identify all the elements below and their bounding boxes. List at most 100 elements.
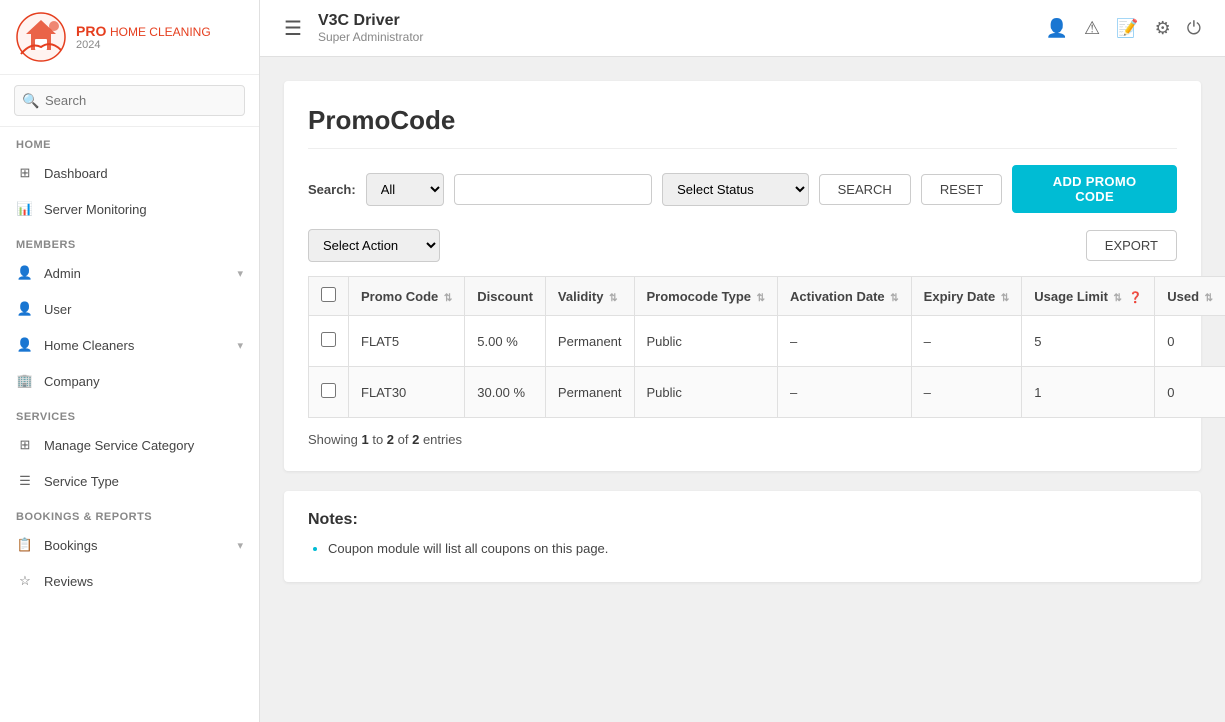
header-title-block: V3C Driver Super Administrator bbox=[318, 12, 1030, 44]
sidebar-item-label: Home Cleaners bbox=[44, 338, 134, 353]
sidebar-item-label: Company bbox=[44, 374, 100, 389]
sidebar-item-dashboard[interactable]: ⊞ Dashboard bbox=[0, 155, 259, 191]
status-select[interactable]: Select Status bbox=[662, 173, 809, 206]
notes-list: Coupon module will list all coupons on t… bbox=[308, 541, 1177, 556]
search-text-input[interactable] bbox=[454, 174, 652, 205]
cell-expiry-date: – bbox=[911, 367, 1022, 418]
sidebar: PRO HOME CLEANING 2024 🔍 HOME ⊞ Dashboar… bbox=[0, 0, 260, 722]
sidebar-item-bookings[interactable]: 📋 Bookings ▾ bbox=[0, 527, 259, 563]
select-all-checkbox[interactable] bbox=[321, 287, 336, 302]
sidebar-item-manage-service-category[interactable]: ⊞ Manage Service Category bbox=[0, 427, 259, 463]
hamburger-icon[interactable]: ☰ bbox=[284, 16, 302, 41]
cell-discount: 5.00 % bbox=[465, 316, 546, 367]
action-row: Select Action EXPORT bbox=[308, 229, 1177, 262]
cell-used: 0 bbox=[1155, 316, 1225, 367]
sidebar-item-home-cleaners[interactable]: 👤 Home Cleaners ▾ bbox=[0, 327, 259, 363]
search-row: Search: All Select Status SEARCH RESET A… bbox=[308, 165, 1177, 213]
sidebar-item-admin[interactable]: 👤 Admin ▾ bbox=[0, 255, 259, 291]
row-checkbox[interactable] bbox=[321, 332, 336, 347]
list-icon: ☰ bbox=[16, 472, 34, 490]
search-all-select[interactable]: All bbox=[366, 173, 444, 206]
nav-section-members: MEMBERS bbox=[0, 227, 259, 255]
note-item: Coupon module will list all coupons on t… bbox=[328, 541, 1177, 556]
reset-button[interactable]: RESET bbox=[921, 174, 1002, 205]
cell-usage-limit: 1 bbox=[1022, 367, 1155, 418]
cell-expiry-date: – bbox=[911, 316, 1022, 367]
sidebar-search-box: 🔍 bbox=[0, 75, 259, 127]
table-row: FLAT5 5.00 % Permanent Public – – 5 0 0 … bbox=[309, 316, 1225, 367]
table-row: FLAT30 30.00 % Permanent Public – – 1 0 … bbox=[309, 367, 1225, 418]
cell-checkbox bbox=[309, 316, 349, 367]
search-label: Search: bbox=[308, 182, 356, 197]
alert-icon[interactable]: ⚠ bbox=[1084, 18, 1100, 39]
notes-card: Notes: Coupon module will list all coupo… bbox=[284, 491, 1201, 582]
col-activation-date: Activation Date ⇅ bbox=[778, 277, 912, 316]
sort-icon: ⇅ bbox=[444, 293, 452, 304]
cell-promocode-type: Public bbox=[634, 316, 778, 367]
help-icon: ❓ bbox=[1129, 292, 1143, 304]
main-content: ☰ V3C Driver Super Administrator 👤 ⚠ 📝 ⚙… bbox=[260, 0, 1225, 722]
select-action-dropdown[interactable]: Select Action bbox=[308, 229, 440, 262]
sidebar-item-service-type[interactable]: ☰ Service Type bbox=[0, 463, 259, 499]
chevron-down-icon: ▾ bbox=[237, 339, 243, 352]
header-icons: 👤 ⚠ 📝 ⚙ ⏻ bbox=[1046, 18, 1201, 39]
grid-icon: ⊞ bbox=[16, 164, 34, 182]
notes-icon[interactable]: 📝 bbox=[1116, 18, 1138, 39]
logo-text: PRO HOME CLEANING 2024 bbox=[76, 23, 211, 51]
sidebar-item-label: Dashboard bbox=[44, 166, 108, 181]
logo-pro: PRO bbox=[76, 23, 106, 39]
nav-section-services: SERVICES bbox=[0, 399, 259, 427]
cell-validity: Permanent bbox=[545, 367, 634, 418]
cell-activation-date: – bbox=[778, 316, 912, 367]
sidebar-item-user[interactable]: 👤 User bbox=[0, 291, 259, 327]
sidebar-item-server-monitoring[interactable]: 📊 Server Monitoring bbox=[0, 191, 259, 227]
showing-text: Showing 1 to 2 of 2 entries bbox=[308, 432, 1177, 447]
building-icon: 🏢 bbox=[16, 372, 34, 390]
header: ☰ V3C Driver Super Administrator 👤 ⚠ 📝 ⚙… bbox=[260, 0, 1225, 57]
col-expiry-date: Expiry Date ⇅ bbox=[911, 277, 1022, 316]
grid-icon: ⊞ bbox=[16, 436, 34, 454]
sidebar-item-reviews[interactable]: ☆ Reviews bbox=[0, 563, 259, 599]
gear-icon[interactable]: ⚙ bbox=[1155, 18, 1171, 39]
chevron-down-icon: ▾ bbox=[237, 539, 243, 552]
cell-promocode-type: Public bbox=[634, 367, 778, 418]
logo-year: 2024 bbox=[76, 39, 211, 51]
sort-icon: ⇅ bbox=[890, 293, 898, 304]
nav-section-home: HOME bbox=[0, 127, 259, 155]
logo-main: HOME CLEANING bbox=[110, 25, 211, 39]
cell-activation-date: – bbox=[778, 367, 912, 418]
user-icon[interactable]: 👤 bbox=[1046, 18, 1068, 39]
sort-icon: ⇅ bbox=[609, 293, 617, 304]
sort-icon: ⇅ bbox=[1205, 293, 1213, 304]
sidebar-search-input[interactable] bbox=[14, 85, 245, 116]
add-promo-code-button[interactable]: ADD PROMO CODE bbox=[1012, 165, 1177, 213]
export-button[interactable]: EXPORT bbox=[1086, 230, 1177, 261]
col-validity: Validity ⇅ bbox=[545, 277, 634, 316]
cell-discount: 30.00 % bbox=[465, 367, 546, 418]
col-usage-limit: Usage Limit ⇅ ❓ bbox=[1022, 277, 1155, 316]
nav-section-bookings: BOOKINGS & REPORTS bbox=[0, 499, 259, 527]
clipboard-icon: 📋 bbox=[16, 536, 34, 554]
bar-chart-icon: 📊 bbox=[16, 200, 34, 218]
sidebar-item-company[interactable]: 🏢 Company bbox=[0, 363, 259, 399]
cell-promo-code: FLAT5 bbox=[349, 316, 465, 367]
cell-used: 0 bbox=[1155, 367, 1225, 418]
search-button[interactable]: SEARCH bbox=[819, 174, 911, 205]
star-icon: ☆ bbox=[16, 572, 34, 590]
cell-checkbox bbox=[309, 367, 349, 418]
cell-promo-code: FLAT30 bbox=[349, 367, 465, 418]
sort-icon: ⇅ bbox=[1114, 293, 1122, 304]
sidebar-item-label: User bbox=[44, 302, 71, 317]
header-title: V3C Driver bbox=[318, 12, 1030, 30]
header-subtitle: Super Administrator bbox=[318, 30, 1030, 44]
power-icon[interactable]: ⏻ bbox=[1187, 18, 1201, 39]
person-icon: 👤 bbox=[16, 264, 34, 282]
col-used: Used ⇅ bbox=[1155, 277, 1225, 316]
notes-title: Notes: bbox=[308, 511, 1177, 529]
page-title: PromoCode bbox=[308, 105, 1177, 149]
sidebar-item-label: Reviews bbox=[44, 574, 93, 589]
promo-code-card: PromoCode Search: All Select Status SEAR… bbox=[284, 81, 1201, 471]
sidebar-item-label: Server Monitoring bbox=[44, 202, 147, 217]
row-checkbox[interactable] bbox=[321, 383, 336, 398]
cell-usage-limit: 5 bbox=[1022, 316, 1155, 367]
